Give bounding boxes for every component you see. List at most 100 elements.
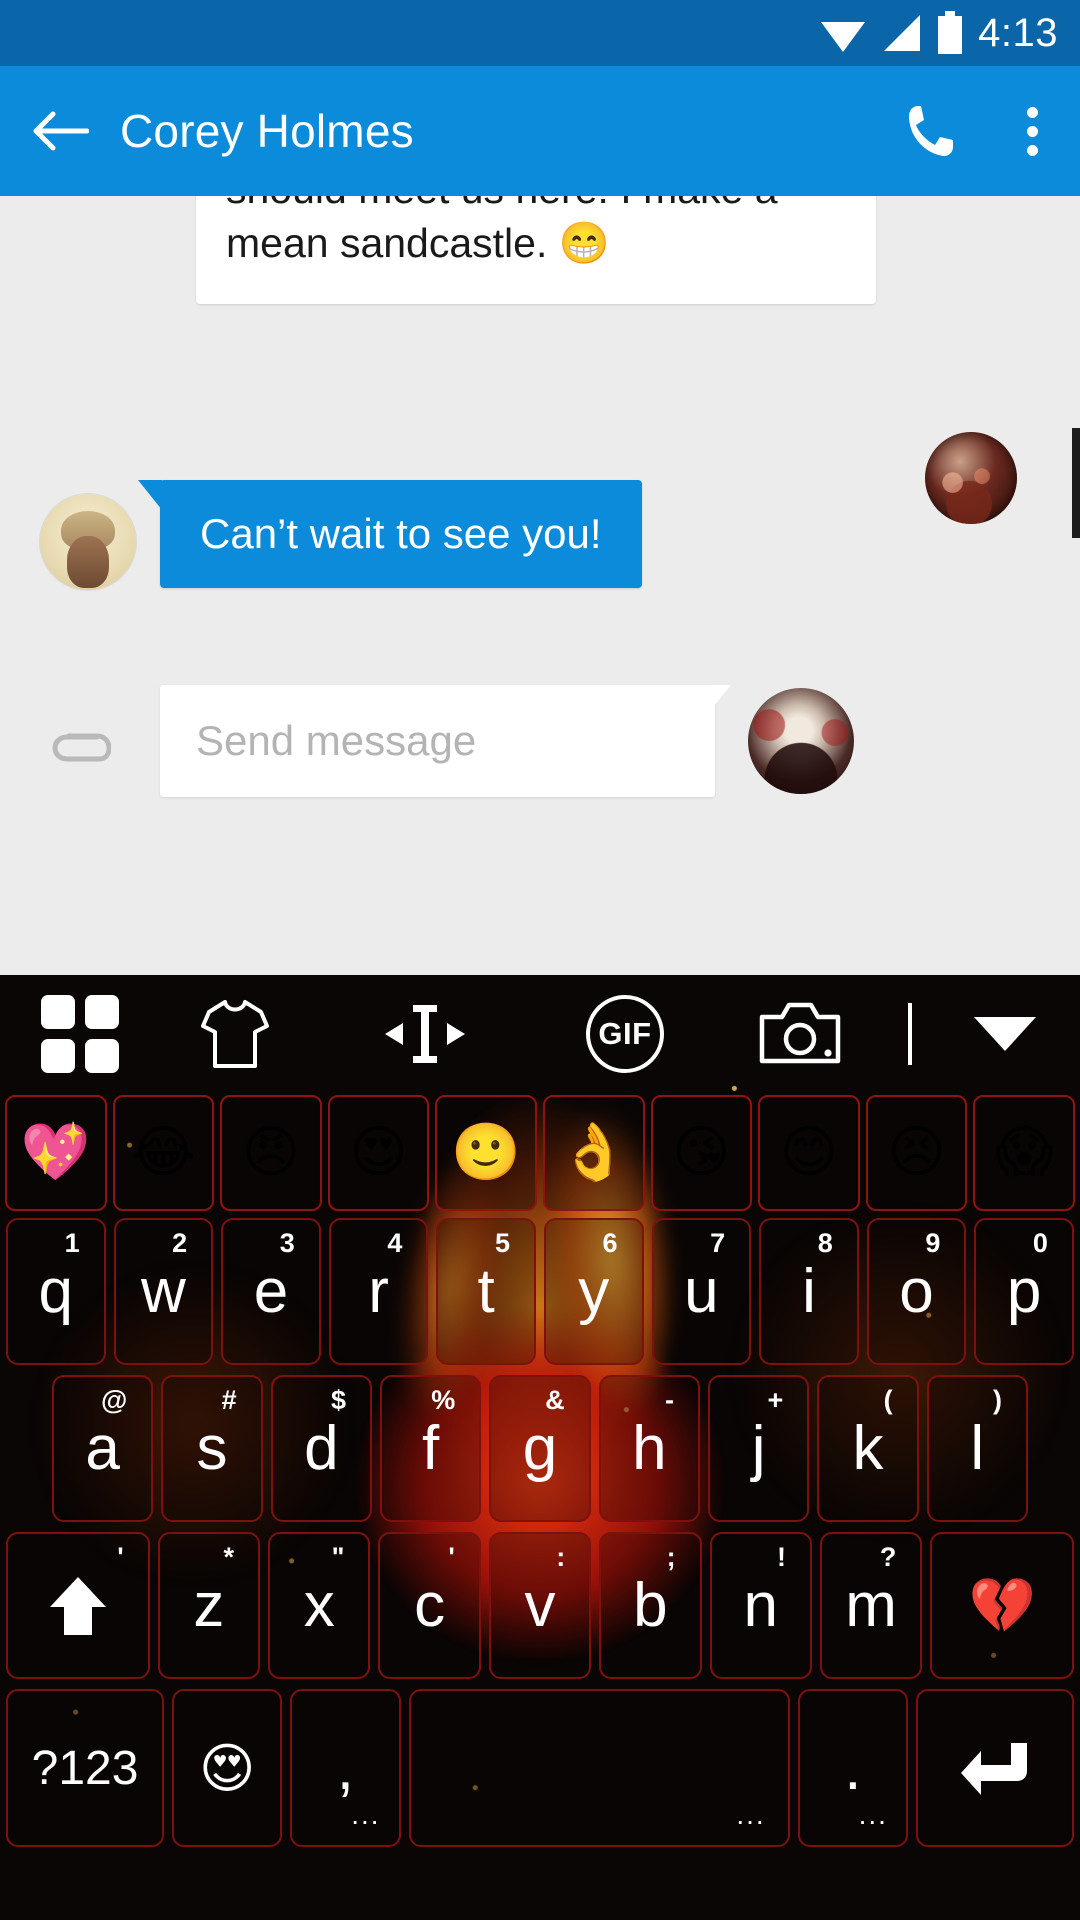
emoji-suggestion[interactable]: 😱 <box>973 1095 1075 1211</box>
emoji-suggestion[interactable]: 🙂 <box>435 1095 537 1211</box>
key-sup: 6 <box>602 1228 618 1258</box>
bubble-tail <box>138 480 162 510</box>
keyboard-row-4: ?123 😍 , ... ... . ... <box>0 1684 1080 1852</box>
key-sup: 2 <box>172 1228 188 1258</box>
tshirt-theme-icon[interactable] <box>160 996 310 1072</box>
key-b[interactable]: ; b <box>599 1532 702 1679</box>
key-i[interactable]: 8i <box>759 1218 859 1365</box>
key-l[interactable]: ) l <box>926 1375 1028 1522</box>
key-sup: 3 <box>279 1228 295 1258</box>
message-bubble-outgoing[interactable]: Can’t wait to see you! <box>160 480 642 588</box>
call-button[interactable] <box>876 104 984 158</box>
key-s[interactable]: # s <box>161 1375 263 1522</box>
emoji-suggestion[interactable]: 😘 <box>650 1095 753 1211</box>
key-q[interactable]: 1q <box>6 1218 106 1365</box>
key-t[interactable]: 5t <box>436 1218 536 1365</box>
space-key[interactable]: ... <box>408 1689 790 1847</box>
emoji-suggestion[interactable]: 😍 <box>327 1095 430 1211</box>
key-m[interactable]: ? m <box>819 1532 923 1679</box>
message-input[interactable]: Send message <box>160 685 731 797</box>
key-label: x <box>303 1571 335 1640</box>
key-label: a <box>85 1414 120 1483</box>
key-label: d <box>304 1414 339 1483</box>
key-sup: 7 <box>710 1228 726 1258</box>
status-bar: 4:13 <box>0 0 1080 66</box>
emoji-suggestion[interactable]: 😣 <box>865 1095 968 1211</box>
signal-icon <box>884 15 921 51</box>
period-key[interactable]: . ... <box>797 1689 908 1847</box>
key-g[interactable]: & g <box>489 1375 591 1522</box>
emoji-key[interactable]: 😍 <box>172 1689 283 1847</box>
backspace-key[interactable]: 💔 <box>930 1532 1074 1679</box>
attach-button[interactable] <box>0 717 160 765</box>
key-a[interactable]: @ a <box>52 1375 154 1522</box>
key-sub: ... <box>736 1799 766 1830</box>
enter-key[interactable] <box>915 1689 1074 1847</box>
key-c[interactable]: ' c <box>378 1532 481 1679</box>
shift-key[interactable]: ' <box>6 1532 150 1679</box>
back-button[interactable] <box>0 108 120 154</box>
key-sup: ' <box>117 1542 124 1572</box>
key-z[interactable]: * z <box>157 1532 261 1679</box>
key-o[interactable]: 9o <box>866 1218 967 1365</box>
key-label: o <box>899 1257 934 1326</box>
key-f[interactable]: % f <box>379 1375 482 1522</box>
key-x[interactable]: " x <box>268 1532 371 1679</box>
key-label: k <box>852 1414 884 1483</box>
key-sup: 4 <box>387 1228 403 1258</box>
gif-icon[interactable]: GIF <box>540 995 710 1073</box>
symbols-key[interactable]: ?123 <box>6 1689 165 1847</box>
key-label: l <box>970 1414 985 1483</box>
key-sup: ( <box>883 1385 893 1415</box>
paperclip-icon <box>52 733 111 762</box>
camera-icon[interactable] <box>710 999 890 1069</box>
emoji-suggestion[interactable]: 😠 <box>220 1095 322 1211</box>
key-sup: 5 <box>494 1228 510 1258</box>
key-label: , <box>336 1733 355 1803</box>
key-r[interactable]: 4r <box>328 1218 429 1365</box>
comma-key[interactable]: , ... <box>290 1689 401 1847</box>
key-u[interactable]: 7u <box>651 1218 752 1365</box>
key-label: u <box>684 1257 719 1326</box>
apps-grid-icon[interactable] <box>0 995 160 1073</box>
emoji-suggestion[interactable]: 👌 <box>542 1095 645 1211</box>
chat-scrollbar[interactable] <box>1072 428 1080 538</box>
key-label: h <box>632 1414 667 1483</box>
message-list[interactable]: should meet us here! I make a mean sandc… <box>0 196 1080 975</box>
key-h[interactable]: -h <box>598 1375 700 1522</box>
message-row-incoming: should meet us here! I make a mean sandc… <box>196 196 876 305</box>
key-label: i <box>802 1257 816 1326</box>
key-n[interactable]: ! n <box>709 1532 812 1679</box>
key-v[interactable]: :v <box>488 1532 592 1679</box>
key-j[interactable]: + j <box>707 1375 810 1522</box>
key-label: v <box>524 1571 556 1640</box>
key-y[interactable]: 6y <box>543 1218 644 1365</box>
keyboard-row-3: ' * z " x ' c :v ; b ! n ? m 💔 <box>0 1527 1080 1684</box>
heart-face-icon: 😍 <box>199 1736 256 1800</box>
more-vertical-icon <box>1026 125 1038 137</box>
emoji-suggestion[interactable]: 😊 <box>758 1095 860 1211</box>
key-k[interactable]: (k <box>817 1375 919 1522</box>
toolbar-divider <box>890 1003 930 1065</box>
key-rows: 1q 2w 3e 4r 5t 6y 7u 8i 9o 0p @ a # s $ d %… <box>0 1213 1080 1852</box>
cursor-move-icon[interactable] <box>310 997 540 1071</box>
key-sub: ... <box>858 1799 888 1830</box>
emoji-suggestion[interactable]: 💖 <box>5 1095 107 1211</box>
broken-heart-icon: 💔 <box>968 1573 1036 1637</box>
key-label: ?123 <box>31 1741 139 1795</box>
shift-arrow-icon <box>49 1576 106 1635</box>
key-w[interactable]: 2w <box>113 1218 214 1365</box>
key-d[interactable]: $ d <box>270 1375 372 1522</box>
key-e[interactable]: 3e <box>221 1218 321 1365</box>
battery-icon <box>938 11 963 54</box>
message-bubble-incoming[interactable]: should meet us here! I make a mean sandc… <box>196 196 876 305</box>
key-sup: + <box>767 1385 784 1415</box>
key-label: n <box>743 1571 778 1640</box>
status-time: 4:13 <box>978 10 1058 55</box>
emoji-suggestion[interactable]: 😂 <box>112 1095 215 1211</box>
collapse-keyboard-icon[interactable] <box>930 1017 1080 1051</box>
overflow-menu-button[interactable] <box>984 106 1080 156</box>
key-p[interactable]: 0p <box>974 1218 1074 1365</box>
keyboard: GIF 💖 😂 😠 😍 🙂 👌 😘 😊 😣 😱 1 q 2 w 3 e 4 r … <box>0 975 1080 1920</box>
dog-avatar[interactable] <box>748 688 854 794</box>
